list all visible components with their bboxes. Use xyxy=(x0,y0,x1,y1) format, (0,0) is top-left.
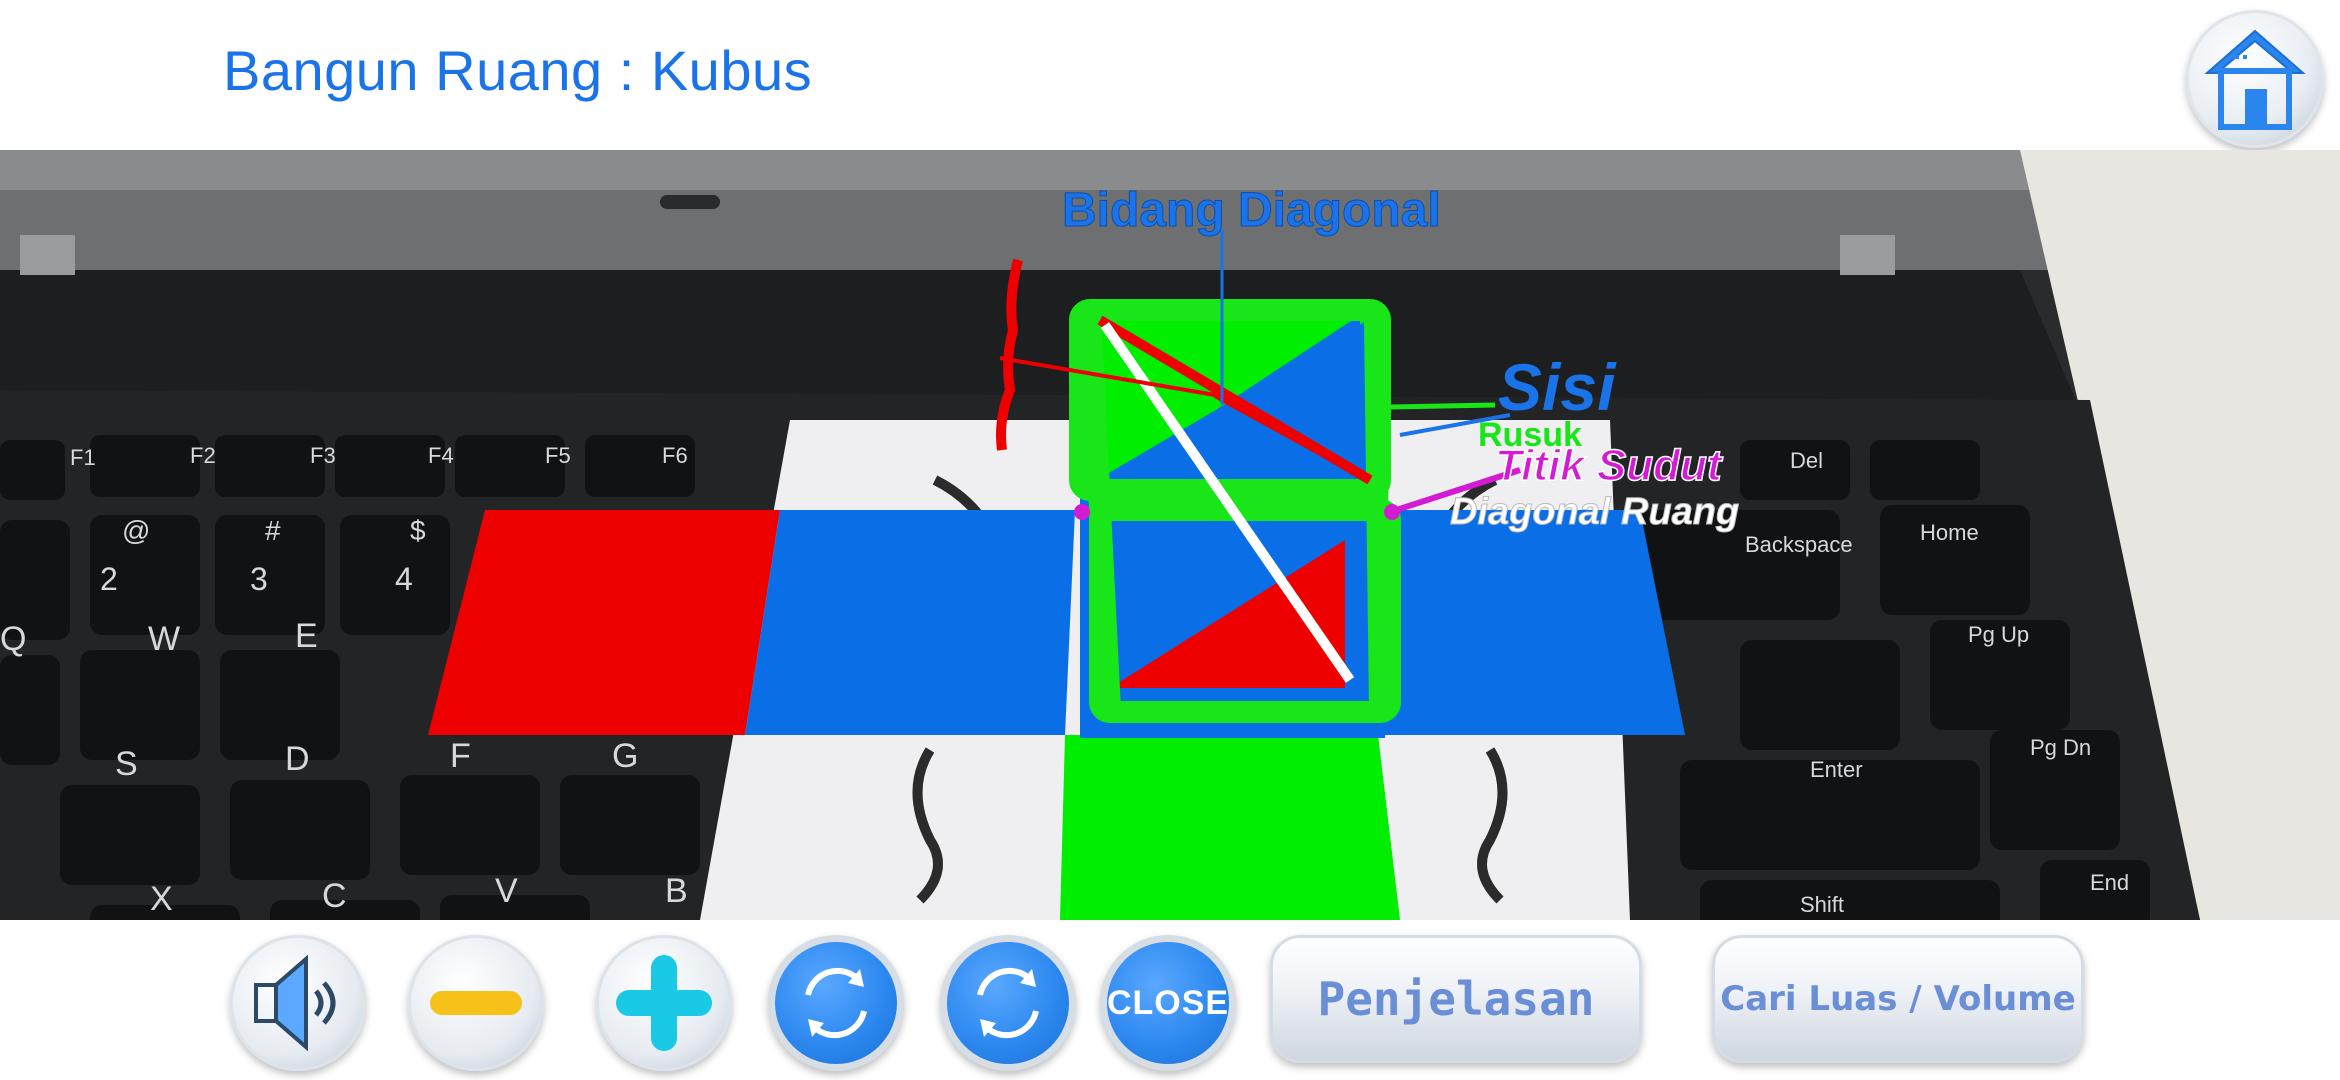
svg-text:S: S xyxy=(115,745,138,783)
rotate-icon xyxy=(805,967,867,1039)
svg-text:F1: F1 xyxy=(70,445,96,470)
rotate-left-button[interactable] xyxy=(768,935,904,1071)
label-sisi: Sisi xyxy=(1498,350,1617,424)
net-face-blue-left xyxy=(745,510,1075,735)
svg-text:#: # xyxy=(265,515,281,546)
zoom-out-button[interactable] xyxy=(408,935,544,1071)
net-face-red xyxy=(428,510,780,735)
svg-text:Del: Del xyxy=(1790,448,1823,473)
rotate-right-button[interactable] xyxy=(940,935,1076,1071)
svg-text:@: @ xyxy=(122,515,150,546)
svg-text:Q: Q xyxy=(0,620,26,658)
zoom-in-button[interactable] xyxy=(596,935,732,1071)
label-bidang-diagonal: Bidang Diagonal xyxy=(1062,184,1441,237)
sisi-pointer xyxy=(1389,402,1496,410)
plus-icon xyxy=(616,955,712,1051)
svg-text:4: 4 xyxy=(395,561,413,597)
speaker-icon xyxy=(254,954,336,1052)
ar-camera-view[interactable]: F1 F2 F3 F4 F5 F6 @ 2 # 3 $ 4 Q W E S D … xyxy=(0,150,2340,920)
svg-text:Backspace: Backspace xyxy=(1745,532,1853,557)
svg-text:3: 3 xyxy=(250,561,268,597)
svg-text:Shift: Shift xyxy=(1800,892,1844,917)
svg-text:F5: F5 xyxy=(545,443,571,468)
svg-text:B: B xyxy=(665,872,688,910)
svg-text:$: $ xyxy=(410,515,426,546)
penjelasan-button[interactable]: Penjelasan xyxy=(1270,935,1642,1063)
svg-text:Enter: Enter xyxy=(1810,757,1863,782)
penjelasan-button-label: Penjelasan xyxy=(1317,972,1595,1026)
sound-button[interactable] xyxy=(230,935,366,1071)
cari-luas-volume-button-label: Cari Luas / Volume xyxy=(1720,979,2076,1019)
app-screen: Bangun Ruang : Kubus F1 F2 F3 F4 F5 F6 @… xyxy=(0,0,2340,1080)
svg-text:C: C xyxy=(322,877,347,915)
svg-text:W: W xyxy=(148,620,180,658)
svg-text:2: 2 xyxy=(100,561,118,597)
label-titik-sudut: Titik Sudut xyxy=(1495,441,1724,490)
svg-text:F6: F6 xyxy=(662,443,688,468)
close-button[interactable]: CLOSE xyxy=(1100,935,1236,1071)
home-button[interactable] xyxy=(2186,10,2324,148)
svg-text:V: V xyxy=(495,872,518,910)
svg-text:F3: F3 xyxy=(310,443,336,468)
svg-text:Pg Dn: Pg Dn xyxy=(2030,735,2091,760)
svg-text:F4: F4 xyxy=(428,443,454,468)
svg-text:D: D xyxy=(285,740,310,778)
svg-text:Pg Up: Pg Up xyxy=(1968,622,2029,647)
close-button-label: CLOSE xyxy=(1106,984,1230,1022)
rotate-icon xyxy=(977,967,1039,1039)
svg-text:Home: Home xyxy=(1920,520,1979,545)
net-face-green xyxy=(1060,735,1400,920)
bottom-toolbar: CLOSE Penjelasan Cari Luas / Volume xyxy=(0,920,2340,1080)
home-icon xyxy=(2204,29,2306,130)
svg-text:F2: F2 xyxy=(190,443,216,468)
svg-text:End: End xyxy=(2090,870,2129,895)
page-title: Bangun Ruang : Kubus xyxy=(223,39,813,102)
net-face-blue-right xyxy=(1378,510,1685,735)
svg-text:G: G xyxy=(612,737,638,775)
minus-icon xyxy=(430,991,522,1015)
ar-cube xyxy=(1069,299,1401,738)
cari-luas-volume-button[interactable]: Cari Luas / Volume xyxy=(1712,935,2084,1063)
header-bar: Bangun Ruang : Kubus xyxy=(0,0,2340,150)
label-diagonal-ruang: Diagonal Ruang xyxy=(1450,491,1739,533)
svg-text:F: F xyxy=(450,737,471,775)
ar-scene: F1 F2 F3 F4 F5 F6 @ 2 # 3 $ 4 Q W E S D … xyxy=(0,150,2340,920)
svg-text:E: E xyxy=(295,617,318,655)
svg-text:X: X xyxy=(150,880,173,918)
